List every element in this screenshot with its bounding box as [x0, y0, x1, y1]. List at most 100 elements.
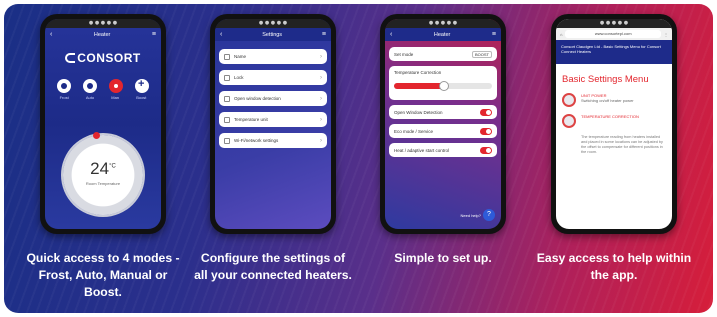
help-entry-text: TEMPERATURE CORRECTION: [581, 114, 639, 128]
menu-icon[interactable]: ≡: [152, 31, 156, 38]
card-label: Temperature Correction: [394, 70, 442, 75]
url-field[interactable]: www.consortepl.com: [565, 30, 661, 38]
lock-icon: [224, 74, 230, 81]
phone-mockup-settings: ● ● ● ● ● ‹ Settings ≡ Name › Lock › Open …: [210, 14, 336, 234]
status-bar: ● ● ● ● ●: [385, 19, 501, 28]
settings-item-label: Lock: [234, 75, 244, 80]
logo-text: CONSORT: [77, 51, 141, 65]
set-mode-row[interactable]: Set mode BOOST: [389, 47, 497, 61]
temperature-readout: 24°C: [63, 159, 143, 179]
heater-screen: ● ● ● ● ● ‹ Heater ≡ CONSORT Frost Auto …: [45, 19, 161, 229]
settings-item-label: Open window detection: [234, 96, 281, 101]
help-entry: TEMPERATURE CORRECTION: [562, 114, 666, 128]
settings-item-label: Temperature unit: [234, 117, 268, 122]
temperature-dial[interactable]: 24°C Room Temperature: [63, 132, 143, 215]
correction-slider[interactable]: [394, 81, 492, 91]
temperature-unit: °C: [109, 163, 116, 170]
settings-item-units[interactable]: Temperature unit ›: [219, 112, 327, 127]
browser-bar: ⌂ www.consortepl.com ⋮: [556, 28, 672, 40]
gear-icon: [562, 114, 576, 128]
toggle-row: Open Window Detection: [389, 105, 497, 119]
settings-item-label: Name: [234, 54, 247, 59]
slider-thumb[interactable]: [439, 81, 450, 91]
mode-label: Man: [111, 95, 120, 100]
mode-label: Boost: [136, 95, 147, 100]
frost-mode-button[interactable]: [57, 79, 71, 93]
help-heading: Basic Settings Menu: [562, 74, 649, 85]
setup-screen: ● ● ● ● ● ‹ Heater ≡ Set mode BOOST Tempe…: [385, 19, 501, 229]
boost-mode-button[interactable]: [135, 78, 149, 93]
help-screen: ● ● ● ● ● ⌂ www.consortepl.com ⋮ Consort…: [556, 19, 672, 229]
app-topbar: ‹ Heater ≡: [45, 28, 161, 41]
app-topbar: ‹ Settings ≡: [215, 28, 331, 41]
mode-buttons: [45, 78, 161, 93]
status-bar: ● ● ● ● ●: [556, 19, 672, 28]
caption-setup: Simple to set up.: [394, 251, 492, 265]
caption-help: Easy access to help within the app.: [536, 251, 692, 282]
mode-value[interactable]: BOOST: [471, 50, 492, 58]
help-label: Need help?: [460, 213, 481, 218]
menu-icon[interactable]: ≡: [322, 31, 326, 38]
chevron-right-icon: ›: [320, 137, 322, 144]
toggle-row: Heat / adaptive start control: [389, 143, 497, 157]
setup-content: Set mode BOOST Temperature Correction Ope…: [385, 41, 501, 168]
temperature-sub-label: Room Temperature: [85, 181, 121, 186]
screen-title: Heater: [93, 31, 111, 38]
toggle-label: Open Window Detection: [394, 109, 443, 115]
mode-label: Auto: [85, 95, 95, 100]
mode-labels: Frost Auto Man Boost: [45, 95, 161, 100]
promo-banner: ● ● ● ● ● ‹ Heater ≡ CONSORT Frost Auto …: [4, 4, 713, 313]
caption-settings: Configure the settings of all your conne…: [194, 251, 352, 282]
row-label: Set mode: [394, 51, 414, 57]
caption-modes: Quick access to 4 modes - Frost, Auto, M…: [26, 251, 180, 299]
logo-mark-icon: [65, 53, 76, 63]
settings-item-lock[interactable]: Lock ›: [219, 70, 327, 85]
consort-logo: CONSORT: [45, 51, 161, 65]
chevron-right-icon: ›: [320, 74, 322, 81]
screen-title: Settings: [262, 31, 283, 38]
settings-list: Name › Lock › Open window detection › Tempe…: [215, 41, 331, 162]
toggle-switch[interactable]: [480, 146, 492, 154]
chevron-right-icon: ›: [320, 95, 322, 102]
slider-fill: [394, 83, 443, 89]
help-entry-sub: Switching on/off heater power: [581, 98, 634, 103]
phone-mockup-modes: ● ● ● ● ● ‹ Heater ≡ CONSORT Frost Auto …: [40, 14, 166, 234]
toggle-row: Eco mode / Service: [389, 124, 497, 138]
settings-item-name[interactable]: Name ›: [219, 49, 327, 64]
toggle-switch[interactable]: [480, 108, 492, 116]
pencil-icon: [224, 53, 230, 60]
help-button[interactable]: ?: [483, 209, 495, 221]
settings-screen: ● ● ● ● ● ‹ Settings ≡ Name › Lock › Open …: [215, 19, 331, 229]
status-bar: ● ● ● ● ●: [45, 19, 161, 28]
status-bar: ● ● ● ● ●: [215, 19, 331, 28]
help-paragraph: The temperature reading from heaters ins…: [581, 135, 663, 154]
manual-mode-button[interactable]: [109, 79, 123, 93]
more-icon[interactable]: ⋮: [664, 32, 668, 37]
menu-icon[interactable]: ≡: [492, 31, 496, 38]
phone-mockup-setup: ● ● ● ● ● ‹ Heater ≡ Set mode BOOST Tempe…: [380, 14, 506, 234]
toggle-label: Eco mode / Service: [394, 128, 434, 134]
help-entry-text: UNIT POWER Switching on/off heater power: [581, 93, 634, 107]
mode-label: Frost: [59, 95, 69, 100]
chevron-right-icon: ›: [320, 53, 322, 60]
screen-title: Heater: [433, 31, 451, 38]
temperature-correction-card: Temperature Correction: [389, 66, 497, 100]
dial-knob[interactable]: [93, 132, 100, 139]
settings-item-window[interactable]: Open window detection ›: [219, 91, 327, 106]
app-topbar: ‹ Heater ≡: [385, 28, 501, 41]
home-icon[interactable]: ⌂: [560, 32, 562, 37]
help-entry-title: TEMPERATURE CORRECTION: [581, 114, 639, 119]
toggle-switch[interactable]: [480, 127, 492, 135]
toggle-label: Heat / adaptive start control: [394, 147, 450, 153]
wifi-icon: [224, 137, 230, 144]
thermometer-icon: [224, 116, 230, 123]
temperature-value: 24: [90, 159, 110, 178]
window-icon: [224, 95, 230, 102]
help-entry: UNIT POWER Switching on/off heater power: [562, 93, 666, 107]
gear-icon: [562, 93, 576, 107]
auto-mode-button[interactable]: [83, 79, 97, 93]
settings-item-label: Wi-Fi/network settings: [234, 138, 279, 143]
chevron-right-icon: ›: [320, 116, 322, 123]
phone-mockup-help: ● ● ● ● ● ⌂ www.consortepl.com ⋮ Consort…: [551, 14, 677, 234]
settings-item-wifi[interactable]: Wi-Fi/network settings ›: [219, 133, 327, 148]
